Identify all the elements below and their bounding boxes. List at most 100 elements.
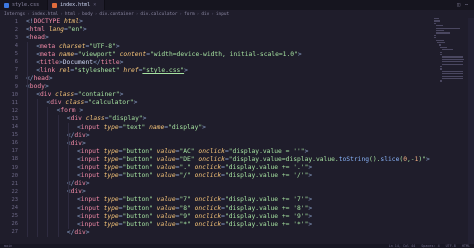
minimap-line <box>441 58 464 60</box>
code-token: div <box>74 180 86 188</box>
code-line[interactable]: 26 < input type = "button" value = "*" onclick… <box>0 221 440 229</box>
code-line[interactable]: 2 < html lang = "en" > <box>0 26 440 34</box>
code-text: < form > <box>57 107 84 115</box>
line-number: 9 <box>14 83 18 90</box>
more-icon[interactable]: ⋯ <box>465 2 468 8</box>
code-token: > <box>184 66 188 74</box>
code-line[interactable]: 5 < meta name = "viewport" content = "width=de… <box>0 50 440 58</box>
code-token: title <box>39 58 59 66</box>
code-token: "stylesheet" <box>74 66 120 74</box>
code-token: input <box>80 155 100 163</box>
code-text: < input type = "button" value = "7" onclick = "… <box>77 196 312 204</box>
code-line[interactable]: 27 </div > <box>0 229 440 237</box>
code-token: </ <box>93 58 101 66</box>
code-token: DOCTYPE <box>33 18 61 26</box>
code-token: type <box>103 155 119 163</box>
html-file-icon <box>52 2 58 8</box>
breadcrumb-item[interactable]: form <box>184 12 195 17</box>
code-line[interactable]: 15 </div > <box>0 131 440 139</box>
line-number: 19 <box>11 164 19 171</box>
code-line[interactable]: 12 < form > <box>0 107 440 115</box>
breadcrumb-item[interactable]: body <box>82 12 93 17</box>
status-branch[interactable]: main <box>4 244 12 248</box>
code-line[interactable]: 11 < div class = "calculator" > <box>0 99 440 107</box>
code-line[interactable]: 17 < input type = "button" value = "AC" onclic… <box>0 148 440 156</box>
code-line[interactable]: 8 </head > <box>0 75 440 83</box>
code-token: "button" <box>122 164 153 172</box>
minimap-line <box>440 68 442 70</box>
indent-guide <box>67 123 69 229</box>
code-token: class <box>55 91 75 99</box>
code-line[interactable]: 20 < input type = "button" value = "/" onclick… <box>0 172 440 180</box>
vertical-scrollbar[interactable] <box>468 18 474 244</box>
code-line[interactable]: 6 < title > Document </title > <box>0 59 440 67</box>
editor-area[interactable]: 1 <! DOCTYPE html >2 < html lang = "en" >3 < head >… <box>0 18 474 244</box>
code-line[interactable]: 4 < meta charset = "UTF-8" > <box>0 42 440 50</box>
tab-style-css[interactable]: style.css <box>0 0 49 10</box>
breadcrumb-item[interactable]: input <box>216 12 229 17</box>
code-token: charset <box>58 42 86 50</box>
code-token: "/" <box>179 172 191 180</box>
status-item[interactable]: Ln 14, Col 44 <box>389 244 416 248</box>
code-line[interactable]: 7 < link rel = "stylesheet" href = "style.css"… <box>0 67 440 75</box>
code-line[interactable]: 16 <div> <box>0 140 440 148</box>
code-token: "display" <box>168 123 203 131</box>
code-line[interactable]: 23 < input type = "button" value = "7" onclick… <box>0 196 440 204</box>
code-token: html <box>63 18 80 26</box>
code-line[interactable]: 3 < head > <box>0 34 440 42</box>
code-text: < head > <box>26 34 49 42</box>
code-token: value <box>156 172 176 180</box>
breadcrumb-item[interactable]: html <box>65 12 76 17</box>
code-line[interactable]: 19 < input type = "button" value = "." onclick… <box>0 164 440 172</box>
code-token: input <box>80 172 100 180</box>
code-line[interactable]: 18 < input type = "button" value = "DE" onclic… <box>0 156 440 164</box>
code-text: < div class = "container" > <box>36 91 123 99</box>
code-line[interactable]: 13 < div class = "display" > <box>0 115 440 123</box>
indent-guide <box>37 99 39 237</box>
breadcrumb-item[interactable]: index.html <box>32 12 58 17</box>
code-line[interactable]: 14 < input type = "text" name = "display" > <box>0 123 440 131</box>
status-item[interactable]: HTML <box>462 244 470 248</box>
status-item[interactable]: Spaces: 4 <box>421 244 439 248</box>
code-token: "button" <box>122 220 153 228</box>
status-item[interactable]: UTF-8 <box>446 244 456 248</box>
code-line[interactable]: 10 < div class = "container" > <box>0 91 440 99</box>
chevron-right-icon: › <box>94 11 98 17</box>
code-token: type <box>103 147 119 155</box>
code-line[interactable]: 21 </div > <box>0 180 440 188</box>
breadcrumb-item[interactable]: div.container <box>99 12 133 17</box>
code-token: onclick <box>194 212 222 220</box>
code-token: input <box>80 212 100 220</box>
indent-guide <box>47 107 49 237</box>
split-editor-icon[interactable]: ◫ <box>457 2 460 8</box>
code-token: "display.value += '*'" <box>224 220 309 228</box>
chevron-right-icon: › <box>211 11 214 17</box>
code-token: form <box>60 107 76 115</box>
code-token: "9" <box>179 212 191 220</box>
code-line[interactable]: 25 < input type = "button" value = "9" onclick… <box>0 212 440 220</box>
line-number: 4 <box>14 43 18 50</box>
code-line[interactable]: 1 <! DOCTYPE html > <box>0 18 440 26</box>
code-token: "7" <box>179 196 191 204</box>
code-token: > <box>304 147 309 155</box>
code-editor-window: style.css index.html × ◫ ⋯ Interngs › index.ht… <box>0 0 474 248</box>
line-number: 20 <box>11 172 19 179</box>
minimap[interactable] <box>434 18 468 88</box>
breadcrumb-item[interactable]: Interngs <box>4 12 25 17</box>
tab-index-html[interactable]: index.html × <box>48 0 106 10</box>
code-token: "viewport" <box>77 50 116 58</box>
breadcrumb-item[interactable]: div <box>201 12 209 17</box>
code-token: "display.value += '/'" <box>224 172 309 180</box>
code-token: > <box>308 172 313 180</box>
close-icon[interactable]: × <box>93 2 96 8</box>
line-number: 10 <box>11 91 19 98</box>
code-token: > <box>44 83 49 91</box>
code-token: > <box>308 220 313 228</box>
breadcrumb-item[interactable]: div.calculator <box>140 12 177 17</box>
line-number: 8 <box>14 75 18 82</box>
code-text: <div> <box>67 140 86 148</box>
code-line[interactable]: 24 < input type = "button" value = "8" onclick… <box>0 204 440 212</box>
code-line[interactable]: 9 <body> <box>0 83 440 91</box>
code-token: "button" <box>122 172 153 180</box>
code-line[interactable]: 22 <div> <box>0 188 440 196</box>
